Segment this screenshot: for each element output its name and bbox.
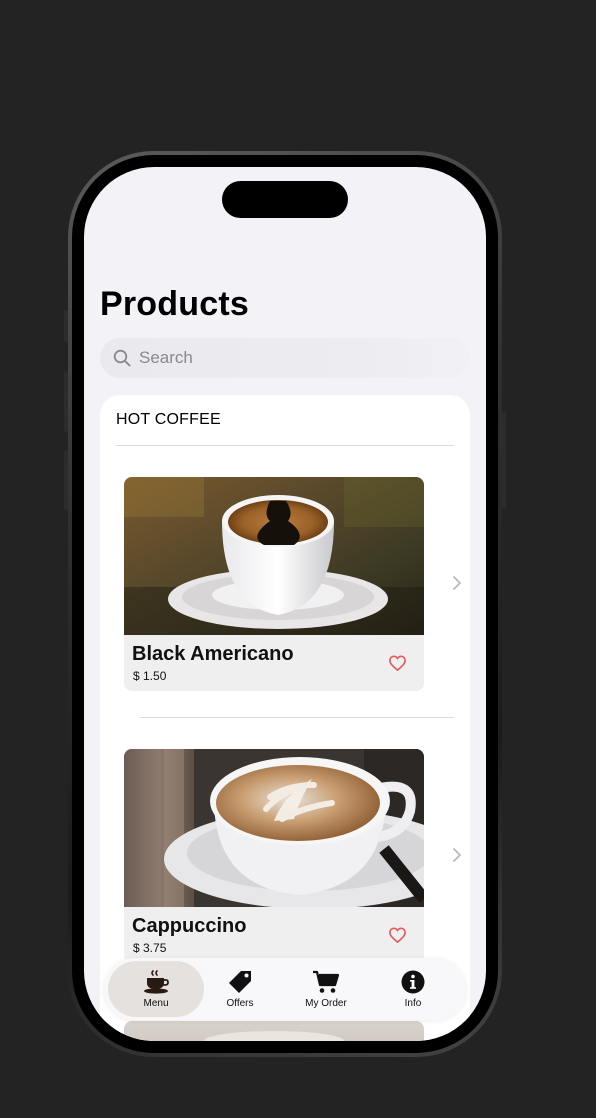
action-button	[64, 310, 68, 342]
cart-icon	[313, 970, 340, 993]
section-header-divider	[116, 445, 454, 446]
dynamic-island	[222, 181, 348, 218]
page-title: Products	[100, 285, 249, 323]
product-name: Cappuccino	[132, 915, 247, 937]
tag-icon	[229, 971, 251, 993]
search-placeholder: Search	[139, 348, 193, 367]
chevron-right-icon[interactable]	[452, 847, 462, 863]
tab-bar: Menu Offers My Order Info	[104, 958, 466, 1020]
volume-up-button	[64, 372, 68, 432]
stage: Products Search HOT COFFEE Black America…	[0, 0, 596, 1118]
tab-label: Offers	[226, 998, 254, 1009]
product-card-cappuccino[interactable]: Cappuccino $ 3.75	[124, 749, 424, 963]
heart-icon[interactable]	[388, 926, 407, 944]
tab-info[interactable]: Info	[365, 961, 461, 1017]
product-card-black-americano[interactable]: Black Americano $ 1.50	[124, 477, 424, 691]
black-americano-image	[124, 477, 424, 635]
product-name: Black Americano	[132, 643, 294, 665]
tab-offers[interactable]: Offers	[192, 961, 288, 1017]
tab-label: My Order	[305, 998, 347, 1009]
tab-label: Menu	[143, 998, 169, 1009]
heart-icon[interactable]	[388, 654, 407, 672]
info-icon	[401, 970, 425, 994]
product-divider	[140, 717, 454, 718]
hot-coffee-section: HOT COFFEE Black Americano $ 1.50 Cappuc…	[100, 395, 470, 1041]
search-input[interactable]: Search	[100, 338, 470, 378]
power-button	[502, 412, 506, 508]
app-screen: Products Search HOT COFFEE Black America…	[84, 167, 486, 1041]
volume-down-button	[64, 450, 68, 510]
tab-my-order[interactable]: My Order	[278, 961, 374, 1017]
product-price: $ 3.75	[133, 941, 167, 955]
chevron-right-icon[interactable]	[452, 575, 462, 591]
product-card-peek	[124, 1021, 424, 1041]
coffee-cup-icon	[144, 970, 169, 994]
tab-menu[interactable]: Menu	[108, 961, 204, 1017]
search-icon	[113, 349, 131, 367]
tab-label: Info	[404, 998, 422, 1009]
product-price: $ 1.50	[133, 669, 167, 683]
section-header: HOT COFFEE	[116, 411, 221, 428]
cappuccino-image	[124, 749, 424, 907]
